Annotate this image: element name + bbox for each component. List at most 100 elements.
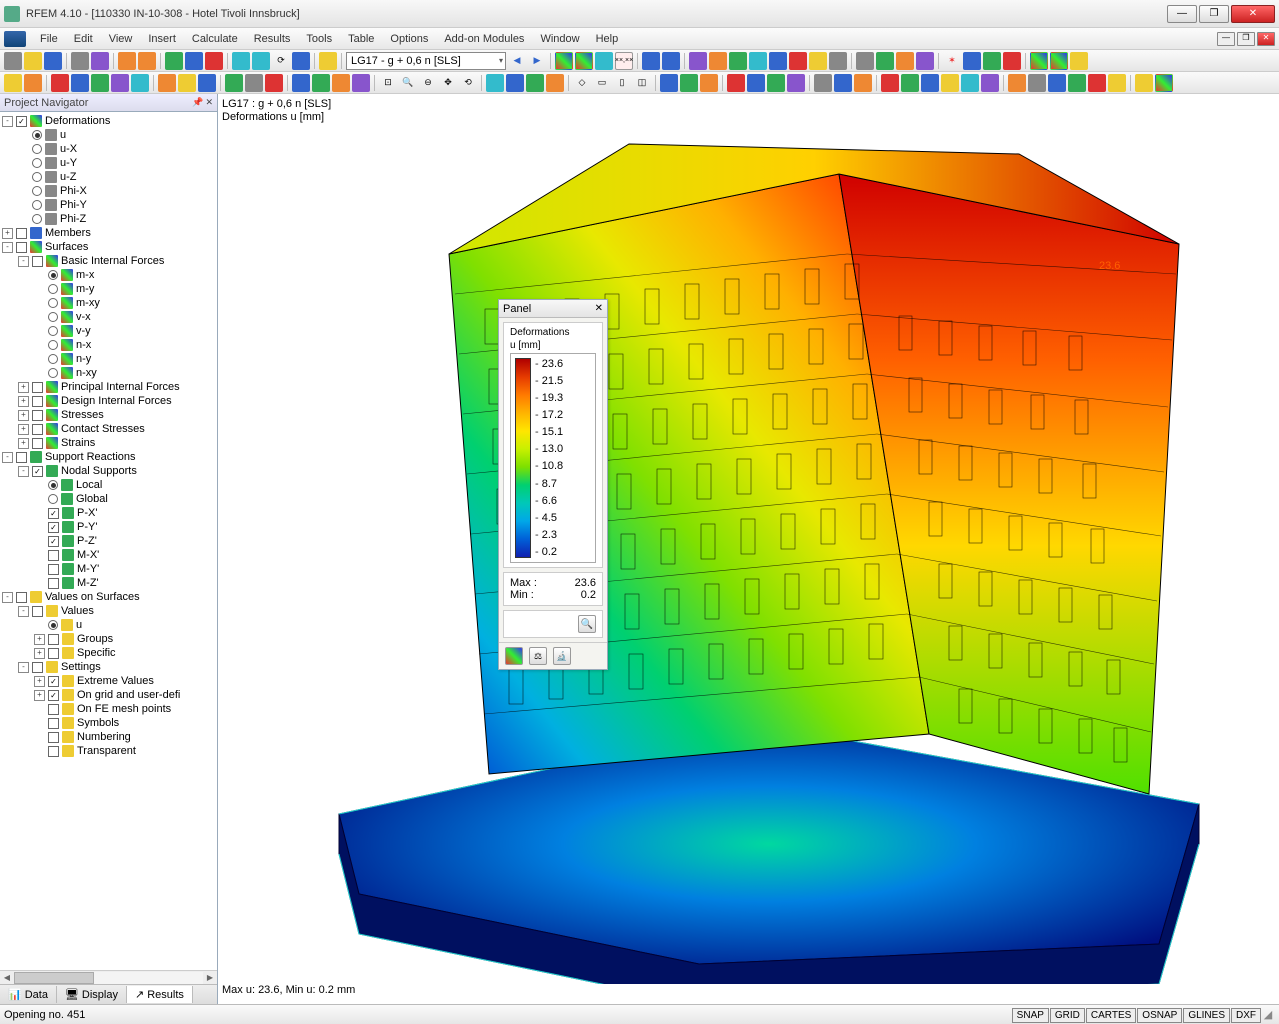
tree-item-phi-x[interactable]: Phi-X xyxy=(0,184,217,198)
tree-item-p-z-[interactable]: ✓P-Z' xyxy=(0,534,217,548)
view-xy-icon[interactable]: ▭ xyxy=(593,74,611,92)
visibility1-icon[interactable] xyxy=(486,74,504,92)
tree-checkbox[interactable] xyxy=(48,634,59,645)
tree-item-u-x[interactable]: u-X xyxy=(0,142,217,156)
navigator-tree[interactable]: -✓Deformationsuu-Xu-Yu-ZPhi-XPhi-YPhi-Z+… xyxy=(0,112,217,970)
tree-checkbox[interactable] xyxy=(16,592,27,603)
tree-item-extreme-values[interactable]: +✓Extreme Values xyxy=(0,674,217,688)
tree-expand-icon[interactable]: - xyxy=(18,606,29,617)
tree-expand-icon[interactable]: + xyxy=(34,676,45,687)
zoom-fit-icon[interactable]: ⊡ xyxy=(379,74,397,92)
tree-item-nodal-supports[interactable]: -✓Nodal Supports xyxy=(0,464,217,478)
label-icon[interactable] xyxy=(854,74,872,92)
print-icon[interactable] xyxy=(71,52,89,70)
section1-icon[interactable] xyxy=(727,74,745,92)
new-icon[interactable] xyxy=(4,52,22,70)
menu-calculate[interactable]: Calculate xyxy=(184,31,246,47)
open-icon[interactable] xyxy=(24,52,42,70)
tree-item-on-grid-and-user-defi[interactable]: +✓On grid and user-defi xyxy=(0,688,217,702)
nav-tab-results[interactable]: ↗Results xyxy=(127,986,193,1003)
tree-expand-icon[interactable]: + xyxy=(18,382,29,393)
status-toggle-snap[interactable]: SNAP xyxy=(1012,1008,1049,1023)
tree-checkbox[interactable] xyxy=(16,242,27,253)
tree-expand-icon[interactable]: - xyxy=(18,466,29,477)
panel-palette-icon[interactable] xyxy=(505,647,523,665)
tree-item-phi-y[interactable]: Phi-Y xyxy=(0,198,217,212)
tree-radio[interactable] xyxy=(48,270,58,280)
navigator-hscroll[interactable]: ◀ ▶ xyxy=(0,970,217,984)
tree-checkbox[interactable] xyxy=(32,256,43,267)
results-icon[interactable] xyxy=(555,52,573,70)
render-solid-icon[interactable] xyxy=(680,74,698,92)
panel-close-icon[interactable]: ✕ xyxy=(595,303,603,314)
pin-icon[interactable]: 📌 xyxy=(192,97,203,108)
render-tex-icon[interactable] xyxy=(700,74,718,92)
panel-balance-icon[interactable]: ⚖ xyxy=(529,647,547,665)
detail3-icon[interactable] xyxy=(1048,74,1066,92)
menu-help[interactable]: Help xyxy=(588,31,627,47)
status-toggle-glines[interactable]: GLINES xyxy=(1183,1008,1230,1023)
tree-radio[interactable] xyxy=(48,326,58,336)
release-icon[interactable] xyxy=(245,74,263,92)
modeling3-icon[interactable] xyxy=(921,74,939,92)
tree-item-m-y-[interactable]: M-Y' xyxy=(0,562,217,576)
tree-expand-icon[interactable]: + xyxy=(18,424,29,435)
section4-icon[interactable] xyxy=(787,74,805,92)
menu-file[interactable]: File xyxy=(32,31,66,47)
tree-item-m-z-[interactable]: M-Z' xyxy=(0,576,217,590)
tree-checkbox[interactable] xyxy=(48,718,59,729)
grid-icon[interactable] xyxy=(292,52,310,70)
tree-checkbox[interactable] xyxy=(48,648,59,659)
tree-item-n-y[interactable]: n-y xyxy=(0,352,217,366)
tree-radio[interactable] xyxy=(48,312,58,322)
menu-options[interactable]: Options xyxy=(382,31,436,47)
tree-checkbox[interactable] xyxy=(32,410,43,421)
prev-lc-icon[interactable]: ◀ xyxy=(508,52,526,70)
detail2-icon[interactable] xyxy=(1028,74,1046,92)
menu-insert[interactable]: Insert xyxy=(140,31,184,47)
tree-checkbox[interactable]: ✓ xyxy=(16,116,27,127)
zoom-in-icon[interactable]: 🔍 xyxy=(399,74,417,92)
dim-icon[interactable] xyxy=(834,74,852,92)
tree-item-u[interactable]: u xyxy=(0,128,217,142)
menu-window[interactable]: Window xyxy=(532,31,587,47)
status-toggle-dxf[interactable]: DXF xyxy=(1231,1008,1261,1023)
tree-expand-icon[interactable]: - xyxy=(2,592,13,603)
color-scale-panel[interactable]: Panel ✕ Deformations u [mm] 23.621.519.3… xyxy=(498,299,608,670)
rotate-icon[interactable]: ⟲ xyxy=(459,74,477,92)
tree-item-basic-internal-forces[interactable]: -Basic Internal Forces xyxy=(0,254,217,268)
menu-results[interactable]: Results xyxy=(246,31,299,47)
tree-expand-icon[interactable]: + xyxy=(18,438,29,449)
section3-icon[interactable] xyxy=(767,74,785,92)
tree-item-values[interactable]: -Values xyxy=(0,604,217,618)
load2-icon[interactable] xyxy=(312,74,330,92)
tree-item-n-xy[interactable]: n-xy xyxy=(0,366,217,380)
modeling2-icon[interactable] xyxy=(901,74,919,92)
render-wire-icon[interactable] xyxy=(660,74,678,92)
tree-item-specific[interactable]: +Specific xyxy=(0,646,217,660)
tree-checkbox[interactable] xyxy=(32,438,43,449)
tree-item-m-xy[interactable]: m-xy xyxy=(0,296,217,310)
render1-icon[interactable] xyxy=(1030,52,1048,70)
status-toggle-grid[interactable]: GRID xyxy=(1050,1008,1085,1023)
tree-checkbox[interactable] xyxy=(32,424,43,435)
tile-icon[interactable] xyxy=(662,52,680,70)
tree-item-stresses[interactable]: +Stresses xyxy=(0,408,217,422)
tree-item-deformations[interactable]: -✓Deformations xyxy=(0,114,217,128)
preview-icon[interactable] xyxy=(91,52,109,70)
tree-radio[interactable] xyxy=(32,214,42,224)
tree-checkbox[interactable] xyxy=(48,704,59,715)
snap-icon[interactable] xyxy=(983,52,1001,70)
iso-icon[interactable] xyxy=(595,52,613,70)
tree-expand-icon[interactable]: - xyxy=(18,662,29,673)
detail6-icon[interactable] xyxy=(1108,74,1126,92)
detail5-icon[interactable] xyxy=(1088,74,1106,92)
tree-item-phi-z[interactable]: Phi-Z xyxy=(0,212,217,226)
tree-radio[interactable] xyxy=(48,620,58,630)
tree-item-p-x-[interactable]: ✓P-X' xyxy=(0,506,217,520)
modeling5-icon[interactable] xyxy=(961,74,979,92)
tree-expand-icon[interactable]: - xyxy=(18,256,29,267)
tree-checkbox[interactable] xyxy=(48,578,59,589)
tree-radio[interactable] xyxy=(48,480,58,490)
tree-expand-icon[interactable]: + xyxy=(34,634,45,645)
